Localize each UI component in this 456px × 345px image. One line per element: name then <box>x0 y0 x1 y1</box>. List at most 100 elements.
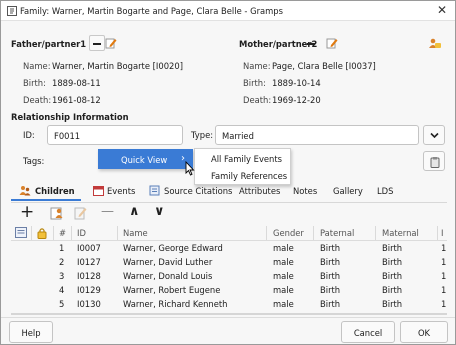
calendar-icon <box>93 186 104 196</box>
share-people-icon[interactable] <box>428 37 442 49</box>
row-id: I0129 <box>77 285 101 295</box>
row-paternal: Birth <box>320 271 341 281</box>
col-maternal-header[interactable]: Maternal <box>382 228 419 238</box>
close-icon[interactable]: ✕ <box>437 3 447 17</box>
row-name: Warner, Donald Louis <box>123 271 213 281</box>
clipboard-icon <box>430 157 440 168</box>
header-separator <box>71 226 72 240</box>
row-id: I0127 <box>77 257 101 267</box>
quick-view-submenu: All Family Events Family References <box>194 148 291 185</box>
tab-lds-label: LDS <box>377 186 394 196</box>
row-number: 1 <box>59 243 65 253</box>
row-paternal: Birth <box>320 299 341 309</box>
cancel-button[interactable]: Cancel <box>341 321 395 343</box>
ok-button-label: OK <box>417 328 431 338</box>
move-down-icon[interactable]: ∨ <box>154 204 165 219</box>
row-extra: 1 <box>441 285 447 295</box>
edit-child-icon[interactable] <box>74 206 88 220</box>
ok-button[interactable]: OK <box>400 321 448 343</box>
col-number-header[interactable]: # <box>59 228 66 238</box>
row-id: I0128 <box>77 271 101 281</box>
tab-attributes[interactable]: Attributes <box>235 181 291 201</box>
type-dropdown-button[interactable] <box>423 125 445 145</box>
tab-lds[interactable]: LDS <box>375 181 405 201</box>
table-row[interactable]: 4 I0129 Warner, Robert Eugene male Birth… <box>11 284 447 297</box>
header-separator <box>53 226 54 240</box>
tab-source-citations[interactable]: Source Citations <box>139 181 235 201</box>
row-number: 4 <box>59 285 65 295</box>
horizontal-scrollbar[interactable] <box>11 313 447 315</box>
father-death-label: Death: <box>23 95 52 105</box>
col-gender-header[interactable]: Gender <box>273 228 304 238</box>
tab-gallery[interactable]: Gallery <box>329 181 375 201</box>
context-menu: Quick View › <box>98 149 193 169</box>
header-separator <box>266 226 267 240</box>
father-edit-icon[interactable] <box>105 37 117 49</box>
table-row[interactable]: 3 I0128 Warner, Donald Louis male Birth … <box>11 270 447 283</box>
tab-children[interactable]: Children <box>11 181 81 201</box>
private-column-icon[interactable] <box>15 227 27 238</box>
children-icon <box>19 186 31 196</box>
menu-item-all-family-events[interactable]: All Family Events <box>211 154 282 164</box>
menu-item-quick-view[interactable]: Quick View <box>121 155 167 165</box>
row-extra: 1 <box>441 299 447 309</box>
table-row[interactable]: 2 I0127 Warner, David Luther male Birth … <box>11 256 447 269</box>
help-button[interactable]: Help <box>9 321 53 343</box>
row-paternal: Birth <box>320 243 341 253</box>
table-row[interactable]: 1 I0007 Warner, George Edward male Birth… <box>11 242 447 255</box>
add-child-icon[interactable]: + <box>20 202 34 222</box>
father-birth: 1889-08-11 <box>52 78 101 88</box>
row-number: 3 <box>59 271 65 281</box>
father-remove-button[interactable] <box>89 35 105 51</box>
col-name-header[interactable]: Name <box>123 228 148 238</box>
table-row[interactable]: 5 I0130 Warner, Richard Kenneth male Bir… <box>11 298 447 311</box>
col-paternal-header[interactable]: Paternal <box>320 228 354 238</box>
row-gender: male <box>273 285 294 295</box>
row-number: 2 <box>59 257 65 267</box>
mother-remove-button[interactable] <box>307 43 315 45</box>
help-button-label: Help <box>21 328 41 338</box>
row-maternal: Birth <box>382 285 403 295</box>
father-name: Warner, Martin Bogarte [I0020] <box>52 61 183 71</box>
row-gender: male <box>273 271 294 281</box>
move-up-icon[interactable]: ∧ <box>129 204 140 219</box>
row-extra: 1 <box>441 271 447 281</box>
tabs-divider <box>11 202 447 203</box>
row-gender: male <box>273 257 294 267</box>
type-label: Type: <box>191 130 214 140</box>
tab-source-citations-label: Source Citations <box>164 186 233 196</box>
add-existing-person-icon[interactable] <box>50 206 64 220</box>
id-label: ID: <box>23 130 35 140</box>
chevron-down-icon <box>430 132 439 139</box>
family-editor-window: Family: Warner, Martin Bogarte and Page,… <box>0 0 456 345</box>
col-extra-header[interactable]: I <box>441 228 443 238</box>
tab-events[interactable]: Events <box>81 181 139 201</box>
col-id-header[interactable]: ID <box>77 228 86 238</box>
lock-icon[interactable] <box>37 227 47 239</box>
relationship-type-combo[interactable]: Married <box>215 125 419 145</box>
mother-name: Page, Clara Belle [I0037] <box>272 61 376 71</box>
mother-heading: Mother/partner2 <box>239 39 318 49</box>
relationship-type-value: Married <box>222 131 254 141</box>
mother-edit-icon[interactable] <box>326 37 338 49</box>
row-name: Warner, George Edward <box>123 243 223 253</box>
row-name: Warner, Robert Eugene <box>123 285 221 295</box>
menu-item-family-references[interactable]: Family References <box>211 171 287 181</box>
mother-death: 1969-12-20 <box>272 95 321 105</box>
tab-children-label: Children <box>35 186 75 196</box>
row-maternal: Birth <box>382 271 403 281</box>
family-id-input[interactable]: F0011 <box>47 125 183 145</box>
tab-notes[interactable]: Notes <box>291 181 329 201</box>
header-separator <box>375 226 376 240</box>
header-separator <box>437 226 438 240</box>
tab-attributes-label: Attributes <box>239 186 281 196</box>
row-paternal: Birth <box>320 285 341 295</box>
mother-name-label: Name: <box>243 61 271 71</box>
tab-events-label: Events <box>107 186 136 196</box>
edit-tags-button[interactable] <box>423 151 445 171</box>
remove-child-icon[interactable]: — <box>101 204 114 219</box>
father-heading: Father/partner1 <box>11 39 87 49</box>
header-separator <box>31 226 32 240</box>
mother-death-label: Death: <box>243 95 272 105</box>
row-maternal: Birth <box>382 243 403 253</box>
